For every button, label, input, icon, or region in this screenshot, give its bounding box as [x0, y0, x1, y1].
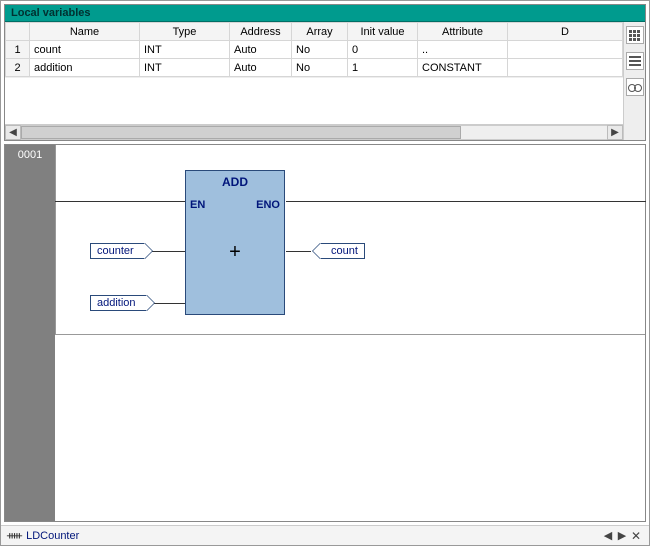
cell-array[interactable]: No: [292, 41, 348, 59]
col-init[interactable]: Init value: [348, 23, 418, 41]
cell-init[interactable]: 1: [348, 59, 418, 77]
triangle-left-icon: ◀: [604, 530, 612, 542]
row-number[interactable]: 1: [6, 41, 30, 59]
variables-table[interactable]: Name Type Address Array Init value Attri…: [5, 22, 623, 77]
rung-gutter: 0001: [5, 145, 55, 521]
chevron-left-icon: ◀: [9, 127, 17, 138]
variables-grid-wrap: Name Type Address Array Init value Attri…: [5, 22, 623, 140]
diagram-canvas[interactable]: ADD EN ENO + counter addition count: [55, 145, 645, 521]
panel-body: Name Type Address Array Init value Attri…: [5, 22, 645, 140]
table-row[interactable]: 1 count INT Auto No 0 ..: [6, 41, 623, 59]
chevron-right-icon: ▶: [611, 127, 619, 138]
cell-last[interactable]: [508, 59, 623, 77]
scroll-track[interactable]: [21, 125, 607, 140]
cell-type[interactable]: INT: [140, 41, 230, 59]
scroll-right-button[interactable]: ▶: [607, 125, 623, 140]
next-tab-button[interactable]: ▶: [615, 529, 629, 542]
scroll-thumb[interactable]: [21, 126, 461, 139]
list-view-button[interactable]: [626, 52, 644, 70]
grid-icon: [629, 30, 640, 41]
panel-title: Local variables: [5, 5, 645, 22]
col-attr[interactable]: Attribute: [418, 23, 508, 41]
col-address[interactable]: Address: [230, 23, 292, 41]
en-wire: [55, 201, 185, 202]
status-bar: ᚔ LDCounter ◀ ▶ ✕: [1, 525, 649, 545]
col-last[interactable]: D: [508, 23, 623, 41]
col-type[interactable]: Type: [140, 23, 230, 41]
cell-attr[interactable]: ..: [418, 41, 508, 59]
eno-port-label: ENO: [256, 199, 280, 211]
table-row[interactable]: 2 addition INT Auto No 1 CONSTANT: [6, 59, 623, 77]
binoculars-icon: [628, 82, 642, 92]
col-rownum[interactable]: [6, 23, 30, 41]
en-port-label: EN: [190, 199, 205, 211]
prev-tab-button[interactable]: ◀: [601, 529, 615, 542]
grid-filler: [5, 77, 623, 124]
horizontal-scrollbar[interactable]: ◀ ▶: [5, 124, 623, 140]
cell-name[interactable]: count: [30, 41, 140, 59]
input-tag-counter[interactable]: counter: [90, 243, 145, 259]
cell-attr[interactable]: CONSTANT: [418, 59, 508, 77]
cell-address[interactable]: Auto: [230, 59, 292, 77]
find-button[interactable]: [626, 78, 644, 96]
table-header-row: Name Type Address Array Init value Attri…: [6, 23, 623, 41]
rung-number[interactable]: 0001: [5, 145, 55, 335]
app-root: Local variables Name Type Address: [0, 0, 650, 546]
plus-icon: +: [229, 241, 241, 264]
block-title: ADD: [186, 171, 284, 189]
output-tag-count[interactable]: count: [320, 243, 365, 259]
cell-address[interactable]: Auto: [230, 41, 292, 59]
row-number[interactable]: 2: [6, 59, 30, 77]
side-toolbar: [623, 22, 645, 140]
add-function-block[interactable]: ADD EN ENO +: [185, 170, 285, 315]
ladder-icon: ᚔ: [7, 529, 22, 542]
cell-type[interactable]: INT: [140, 59, 230, 77]
close-icon: ✕: [631, 529, 641, 543]
left-power-rail: [55, 145, 56, 334]
rung-area[interactable]: ADD EN ENO + counter addition count: [55, 145, 645, 335]
input-tag-addition[interactable]: addition: [90, 295, 147, 311]
cell-last[interactable]: [508, 41, 623, 59]
cell-array[interactable]: No: [292, 59, 348, 77]
local-variables-panel: Local variables Name Type Address: [4, 4, 646, 141]
triangle-right-icon: ▶: [618, 530, 626, 542]
editor-tab[interactable]: ᚔ LDCounter: [7, 529, 79, 542]
scroll-left-button[interactable]: ◀: [5, 125, 21, 140]
output-wire: [286, 251, 311, 252]
col-array[interactable]: Array: [292, 23, 348, 41]
cell-init[interactable]: 0: [348, 41, 418, 59]
grid-view-button[interactable]: [626, 26, 644, 44]
col-name[interactable]: Name: [30, 23, 140, 41]
close-tab-button[interactable]: ✕: [629, 529, 643, 543]
tab-label: LDCounter: [26, 530, 79, 542]
list-icon: [629, 56, 641, 66]
ladder-diagram-panel: 0001 ADD EN ENO + counter addition count: [4, 144, 646, 522]
cell-name[interactable]: addition: [30, 59, 140, 77]
eno-wire: [286, 201, 646, 202]
